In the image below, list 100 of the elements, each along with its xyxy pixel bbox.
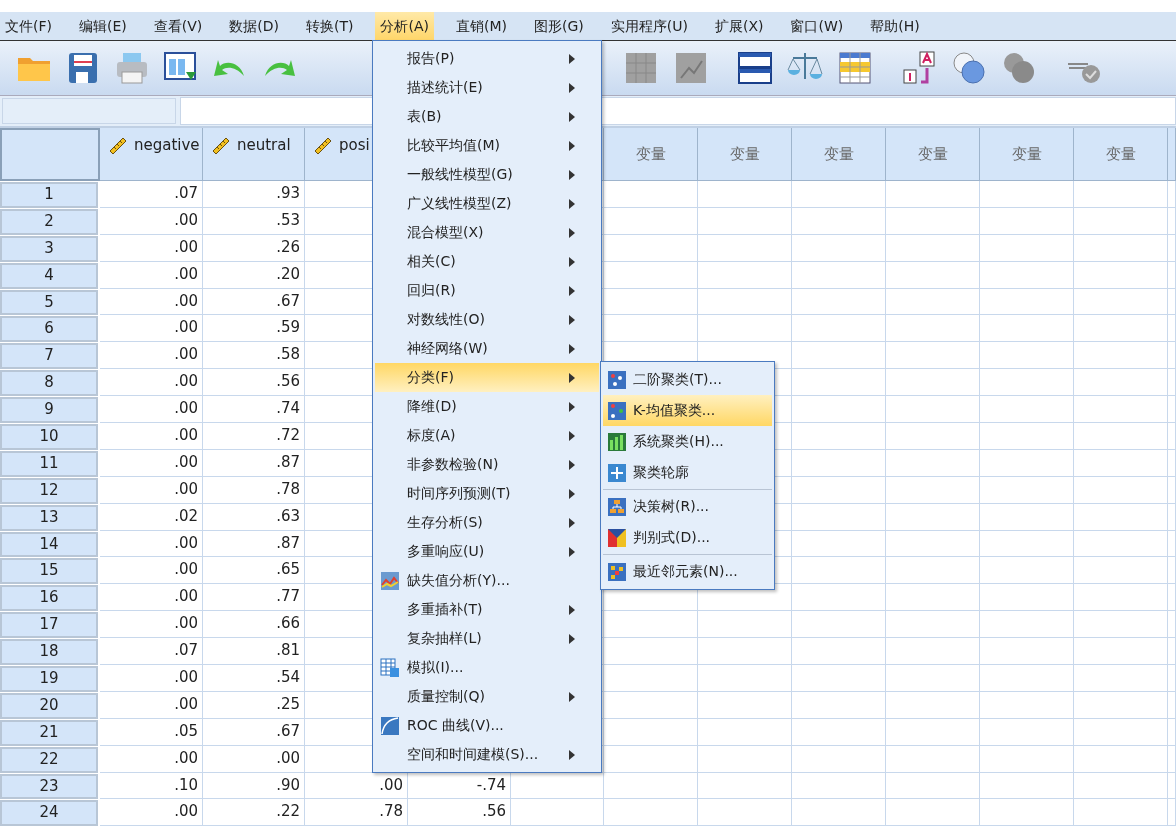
column-name: posi — [339, 136, 370, 154]
menu-item[interactable]: 标度(A) — [375, 421, 599, 450]
row-header[interactable]: 20 — [0, 692, 98, 719]
menu-item[interactable]: 相关(C) — [375, 247, 599, 276]
row-header[interactable]: 9 — [0, 397, 98, 423]
menu-item[interactable]: ROC 曲线(V)... — [375, 711, 599, 740]
row-header[interactable]: 22 — [0, 746, 98, 773]
menu-item[interactable]: 广义线性模型(Z) — [375, 189, 599, 218]
table-cell: .26 — [203, 234, 305, 262]
menu-item[interactable]: 多重插补(T) — [375, 595, 599, 624]
menu-bar-item[interactable]: 窗口(W) — [785, 12, 849, 40]
table-cell: .00 — [100, 611, 203, 639]
table-cell: .00 — [100, 799, 203, 827]
menu-item[interactable]: 描述统计(E) — [375, 73, 599, 102]
row-header[interactable]: 2 — [0, 208, 98, 235]
table-cell: .66 — [203, 611, 305, 639]
menu-bar-item[interactable]: 文件(F) — [0, 12, 57, 40]
menu-bar-item[interactable]: 查看(V) — [148, 12, 208, 40]
table-cell: .22 — [203, 799, 305, 827]
menu-item[interactable]: 非参数检验(N) — [375, 450, 599, 479]
menu-item[interactable]: K-均值聚类... — [603, 395, 772, 426]
menu-item[interactable]: 对数线性(O) — [375, 305, 599, 334]
menu-item[interactable]: 空间和时间建模(S)... — [375, 740, 599, 769]
menu-item[interactable]: 降维(D) — [375, 392, 599, 421]
table-cell: .00 — [100, 261, 203, 289]
row-header[interactable]: 15 — [0, 558, 98, 585]
menu-item[interactable]: 判别式(D)... — [603, 522, 772, 553]
menu-bar-item[interactable]: 数据(D) — [224, 12, 284, 40]
menu-item[interactable]: 系统聚类(H)... — [603, 426, 772, 457]
row-header[interactable]: 18 — [0, 639, 98, 666]
menu-item[interactable]: 报告(P) — [375, 44, 599, 73]
column-header[interactable]: 变量 — [1074, 128, 1168, 181]
column-header[interactable]: 变量 — [886, 128, 980, 181]
row-header[interactable]: 16 — [0, 585, 98, 612]
menu-item[interactable]: 表(B) — [375, 102, 599, 131]
row-header[interactable]: 17 — [0, 612, 98, 639]
row-header[interactable]: 11 — [0, 450, 98, 477]
row-header[interactable]: 4 — [0, 262, 98, 289]
menu-bar-item[interactable]: 编辑(E) — [74, 12, 132, 40]
row-header[interactable]: 19 — [0, 666, 98, 692]
table-cell: .10 — [100, 772, 203, 800]
menu-item[interactable]: 多重响应(U) — [375, 537, 599, 566]
menu-item[interactable]: 缺失值分析(Y)... — [375, 566, 599, 595]
table-cell: .67 — [203, 288, 305, 316]
table-cell: .00 — [100, 745, 203, 773]
row-header[interactable]: 10 — [0, 424, 98, 450]
menu-item[interactable]: 决策树(R)... — [603, 491, 772, 522]
table-cell: .63 — [203, 503, 305, 531]
menu-item[interactable]: 生存分析(S) — [375, 508, 599, 537]
table-cell: .00 — [100, 342, 203, 370]
row-header[interactable]: 21 — [0, 719, 98, 746]
table-cell: .74 — [203, 396, 305, 423]
row-header[interactable]: 1 — [0, 182, 98, 208]
menu-item[interactable]: 二阶聚类(T)... — [603, 364, 772, 395]
table-cell: .56 — [408, 799, 511, 827]
table-cell: .00 — [100, 584, 203, 612]
menu-item[interactable]: 时间序列预测(T) — [375, 479, 599, 508]
row-header[interactable]: 6 — [0, 316, 98, 343]
row-header[interactable]: 3 — [0, 235, 98, 262]
row-header[interactable]: 8 — [0, 370, 98, 397]
row-header[interactable]: 7 — [0, 343, 98, 370]
row-header[interactable]: 5 — [0, 289, 98, 316]
table-cell: .00 — [203, 745, 305, 773]
row-header[interactable]: 12 — [0, 477, 98, 504]
column-header[interactable]: 变量 — [698, 128, 792, 181]
menu-bar-item[interactable]: 分析(A) — [375, 12, 434, 40]
menu-bar-item[interactable]: 转换(T) — [301, 12, 359, 40]
menu-item[interactable]: 分类(F) — [375, 363, 599, 392]
column-header[interactable]: 变量 — [980, 128, 1074, 181]
row-header[interactable]: 13 — [0, 504, 98, 531]
column-header[interactable]: negative — [100, 128, 203, 181]
table-cell: .00 — [100, 557, 203, 585]
menu-bar-item[interactable]: 实用程序(U) — [605, 12, 693, 40]
menu-bar-item[interactable]: 帮助(H) — [865, 12, 925, 40]
menu-item[interactable]: 模拟(I)... — [375, 653, 599, 682]
column-header[interactable]: 变量 — [604, 128, 698, 181]
table-cell: .05 — [100, 718, 203, 746]
menu-item[interactable]: 回归(R) — [375, 276, 599, 305]
table-cell: .07 — [100, 638, 203, 666]
table-cell: .93 — [203, 181, 305, 208]
menu-item[interactable]: 复杂抽样(L) — [375, 624, 599, 653]
column-header[interactable]: neutral — [203, 128, 305, 181]
table-cell: .00 — [100, 691, 203, 719]
table-cell: .00 — [100, 315, 203, 343]
row-header[interactable]: 14 — [0, 531, 98, 558]
menu-item[interactable]: 混合模型(X) — [375, 218, 599, 247]
menu-item[interactable]: 神经网络(W) — [375, 334, 599, 363]
menu-bar-item[interactable]: 图形(G) — [529, 12, 589, 40]
row-header[interactable]: 23 — [0, 773, 98, 800]
menu-bar-item[interactable]: 扩展(X) — [709, 12, 769, 40]
menu-bar-item[interactable]: 直销(M) — [451, 12, 512, 40]
column-header[interactable]: 变量 — [792, 128, 886, 181]
table-cell: .02 — [100, 503, 203, 531]
menu-item[interactable]: 最近邻元素(N)... — [603, 556, 772, 587]
table-cell: .58 — [203, 342, 305, 370]
menu-item[interactable]: 质量控制(Q) — [375, 682, 599, 711]
row-header[interactable]: 24 — [0, 800, 98, 827]
menu-item[interactable]: 聚类轮廓 — [603, 457, 772, 488]
table-cell: .67 — [203, 718, 305, 746]
table-cell: .72 — [203, 423, 305, 450]
